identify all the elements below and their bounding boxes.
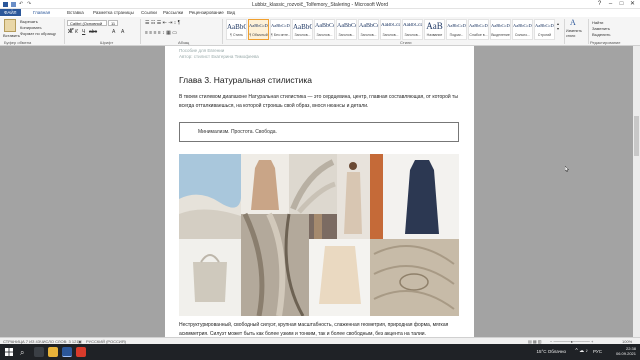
group-divider — [222, 19, 223, 44]
quote-box: Минимализм. Простота. Свобода. — [179, 122, 459, 142]
tab-insert[interactable]: Вставка — [67, 10, 84, 15]
tab-page-layout[interactable]: Разметка страницы — [93, 10, 134, 15]
help-button[interactable]: ? — [594, 1, 605, 8]
group-divider — [64, 19, 65, 44]
clipboard-group-label: Буфер обмена — [4, 40, 32, 45]
find-button[interactable]: Найти — [592, 20, 603, 25]
font-color-button[interactable]: A — [112, 29, 115, 35]
style-tile[interactable]: AaBbCc Заголов... — [358, 19, 379, 40]
group-divider — [588, 19, 589, 44]
scrollbar-thumb[interactable] — [634, 116, 639, 156]
status-bar: СТРАНИЦА 7 ИЗ 43 ЧИСЛО СЛОВ: 3 121 ▣ РУС… — [0, 337, 640, 344]
word-app-icon[interactable] — [62, 347, 72, 357]
group-divider — [564, 19, 565, 44]
paste-button-label[interactable]: Вставить — [3, 33, 20, 38]
bullets-icon[interactable]: ☰ ☷ ☰ ⇤ ⇥ ↕ ¶ — [145, 20, 180, 26]
mouse-cursor-icon — [565, 166, 569, 172]
style-tile-title[interactable]: AaB Название — [424, 19, 445, 40]
group-divider — [140, 19, 141, 44]
tab-view[interactable]: Вид — [227, 10, 235, 15]
style-tile[interactable]: AaBbCcDc Выделение — [490, 19, 511, 40]
maximize-button[interactable]: □ — [616, 1, 627, 8]
tab-mailings[interactable]: Рассылки — [163, 10, 183, 15]
strikethrough-button[interactable]: abc — [89, 29, 97, 35]
italic-button[interactable]: К — [75, 29, 78, 35]
highlight-button[interactable]: A — [121, 29, 124, 35]
style-tile[interactable]: AaBbCc Заголов... — [336, 19, 357, 40]
window-title: Lubbiz_klassic_rozvoič_Tolfemory_Staleri… — [251, 2, 389, 8]
change-styles-icon[interactable]: A — [570, 18, 576, 27]
file-explorer-icon[interactable] — [48, 347, 58, 357]
page-header-line2: Автор: стилист Екатерина Тимофеева — [179, 54, 259, 59]
window-controls: ? – □ ✕ — [594, 1, 638, 8]
style-tile[interactable]: AaBbCcL Заголов... — [380, 19, 401, 40]
ribbon: Вставить Вырезать Копировать Формат по о… — [0, 17, 640, 46]
tab-references[interactable]: Ссылки — [141, 10, 157, 15]
tab-review[interactable]: Рецензирование — [189, 10, 224, 15]
font-size-select[interactable]: 11 — [108, 20, 118, 26]
style-tile[interactable]: AaBbC Заголов... — [292, 19, 313, 40]
weather-widget[interactable]: 15°C Облачно — [536, 349, 566, 354]
taskbar: ⌕ 15°C Облачно ^ ☁ ♪ РУС 22:38 06.09.202… — [0, 344, 640, 360]
font-name-select[interactable]: Calibri (Основной те — [67, 20, 107, 31]
tray-icons[interactable]: ^ ☁ ♪ — [575, 348, 588, 354]
body-paragraph: Неструктурированный, свободный силуэт, к… — [179, 322, 449, 337]
replace-button[interactable]: Заменить — [592, 26, 610, 31]
copy-button[interactable]: Копировать — [20, 25, 42, 30]
cut-button[interactable]: Вырезать — [20, 19, 38, 24]
chapter-heading: Глава 3. Натуральная стилистика — [179, 75, 312, 85]
document-page[interactable]: Пособие для Евгении Автор: стилист Екате… — [165, 46, 474, 337]
select-button[interactable]: Выделить — [592, 32, 610, 37]
style-tile[interactable]: AaBbCcDc Слабое в... — [468, 19, 489, 40]
mood-board-image[interactable] — [179, 154, 459, 316]
body-paragraph: В твоем стилевом диапазоне Натуральная с… — [179, 94, 458, 109]
quote-text: Минимализм. Простота. Свобода. — [198, 129, 277, 135]
style-tile[interactable]: AaBbC ¶ Стиль — [226, 19, 247, 40]
change-styles-button[interactable]: Изменить стили — [566, 29, 586, 38]
editing-group-label: Редактирование — [590, 40, 621, 45]
styles-group-label: Стили — [400, 40, 412, 45]
browser-icon[interactable] — [76, 347, 86, 357]
style-tile-normal[interactable]: AaBbCcDc ¶ Обычный — [248, 19, 269, 40]
style-tile[interactable]: AaBbCcL Заголов... — [402, 19, 423, 40]
alignment-icon[interactable]: ≡ ≡ ≡ ≡ ↕ ▦ ▭ — [145, 30, 177, 36]
input-language[interactable]: РУС — [593, 349, 602, 354]
underline-button[interactable]: Ч — [82, 29, 85, 35]
style-tile[interactable]: AaBbCcDc Сильно... — [512, 19, 533, 40]
title-bar: ↶ ↷ Lubbiz_klassic_rozvoič_Tolfemory_Sta… — [0, 0, 640, 9]
windows-start-icon[interactable] — [4, 347, 14, 357]
tab-home[interactable]: Главная — [33, 10, 50, 15]
search-icon[interactable]: ⌕ — [20, 348, 24, 358]
gallery-scroll-icon[interactable]: ▴ ▾ — [557, 21, 559, 31]
format-painter-button[interactable]: Формат по образцу — [20, 31, 56, 36]
style-tile[interactable]: AaBbCcDc Строгий — [534, 19, 555, 40]
close-button[interactable]: ✕ — [627, 1, 638, 8]
style-tile[interactable]: AaBbCc Заголов... — [314, 19, 335, 40]
style-tile[interactable]: AaBbCcDc ¶ Без инте... — [270, 19, 291, 40]
clock[interactable]: 22:38 06.09.2021 — [616, 346, 636, 356]
minimize-button[interactable]: – — [605, 1, 616, 8]
bold-button[interactable]: Ж — [68, 29, 73, 35]
tab-file[interactable]: ФАЙЛ — [0, 9, 21, 16]
paragraph-group-label: Абзац — [178, 40, 190, 45]
vertical-scrollbar[interactable] — [633, 46, 640, 337]
font-group-label: Шрифт — [100, 40, 114, 45]
task-view-icon[interactable] — [34, 347, 44, 357]
style-tile[interactable]: AaBbCcD Подзаг... — [446, 19, 467, 40]
clock-date: 06.09.2021 — [615, 351, 636, 356]
page-header-line1: Пособие для Евгении — [179, 48, 225, 53]
paste-icon[interactable] — [4, 19, 16, 32]
ribbon-tabs: ФАЙЛ Главная Вставка Разметка страницы С… — [0, 9, 640, 17]
